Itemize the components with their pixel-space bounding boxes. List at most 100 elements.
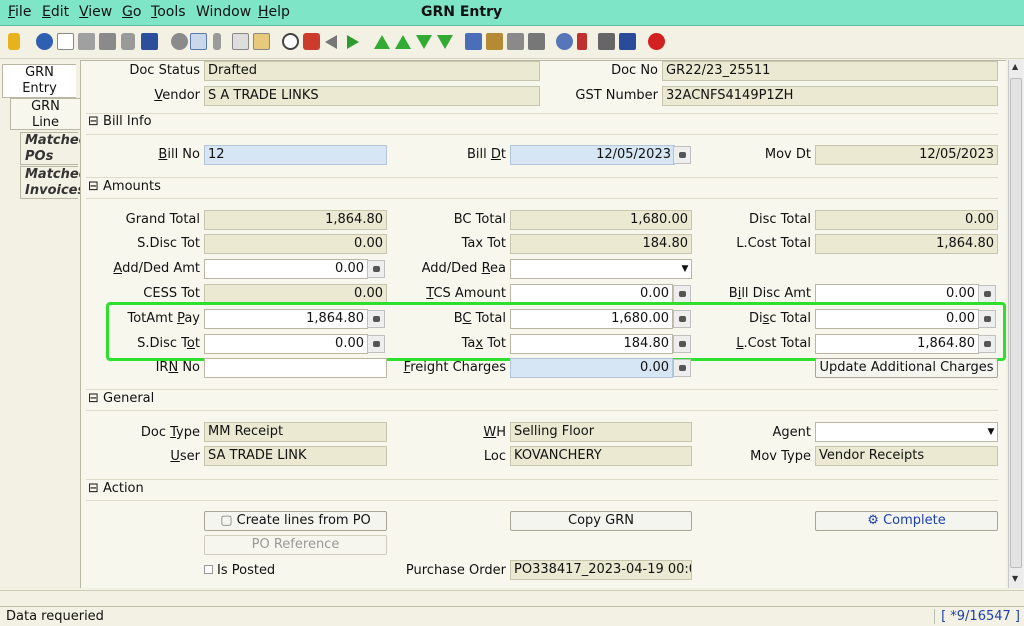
chevron-down-icon[interactable]: ▼ bbox=[679, 260, 691, 278]
print-icon[interactable] bbox=[528, 33, 545, 50]
calculator-icon[interactable] bbox=[673, 310, 691, 328]
bill-no-input[interactable]: 12 bbox=[204, 145, 387, 165]
grid-toggle-icon[interactable] bbox=[253, 33, 270, 50]
record-indicator[interactable]: [ *9/16547 ] bbox=[934, 609, 1020, 624]
find-icon[interactable] bbox=[190, 33, 207, 50]
help-icon[interactable] bbox=[36, 33, 53, 50]
create-lines-from-po-button[interactable]: ▢ Create lines from PO bbox=[204, 511, 387, 531]
is-posted-checkbox[interactable]: Is Posted bbox=[204, 563, 275, 578]
scroll-up-icon[interactable]: ▲ bbox=[1012, 62, 1018, 71]
calculator-icon[interactable] bbox=[673, 285, 691, 303]
calculator-icon[interactable] bbox=[978, 335, 996, 353]
delete-selection-icon[interactable] bbox=[121, 33, 135, 50]
agent-select[interactable] bbox=[815, 422, 998, 442]
po-reference-button[interactable]: PO Reference bbox=[204, 535, 387, 555]
home-icon[interactable] bbox=[303, 33, 320, 50]
tcs-amount-label: TCS Amount bbox=[426, 286, 506, 301]
calculator-icon[interactable] bbox=[673, 359, 691, 377]
delete-icon[interactable] bbox=[99, 33, 116, 50]
section-action[interactable]: ⊟ Action bbox=[88, 481, 144, 496]
complete-button[interactable]: ⚙ Complete bbox=[815, 511, 998, 531]
chevron-down-icon[interactable]: ▼ bbox=[985, 423, 997, 441]
product-info-icon[interactable] bbox=[619, 33, 636, 50]
previous-record-icon[interactable] bbox=[395, 35, 411, 49]
history-icon[interactable] bbox=[282, 33, 299, 50]
vendor-field[interactable]: S A TRADE LINKS bbox=[204, 86, 540, 106]
new-icon[interactable] bbox=[57, 33, 74, 50]
section-general[interactable]: ⊟ General bbox=[88, 391, 154, 406]
update-additional-charges-button[interactable]: Update Additional Charges bbox=[815, 358, 998, 378]
freight-charges-input[interactable]: 0.00 bbox=[510, 358, 673, 378]
calculator-icon[interactable] bbox=[367, 260, 385, 278]
menu-window[interactable]: Window bbox=[196, 4, 251, 20]
save-icon[interactable] bbox=[141, 33, 158, 50]
back-icon[interactable] bbox=[325, 35, 337, 49]
section-amounts[interactable]: ⊟ Amounts bbox=[88, 179, 161, 194]
tab-matched-pos[interactable]: Matched POs bbox=[20, 132, 88, 165]
doc-status-field: Drafted bbox=[204, 61, 540, 81]
bill-dt-input[interactable]: 12/05/2023 bbox=[510, 145, 675, 165]
first-record-icon[interactable] bbox=[374, 35, 390, 49]
mov-dt-label: Mov Dt bbox=[764, 147, 811, 162]
archive-icon[interactable] bbox=[486, 33, 503, 50]
attachment-icon[interactable] bbox=[213, 33, 221, 50]
section-divider bbox=[86, 500, 998, 501]
section-divider bbox=[86, 177, 998, 178]
tcs-amount-input[interactable]: 0.00 bbox=[510, 284, 673, 304]
undo-icon[interactable] bbox=[8, 33, 20, 50]
bill-disc-amt-input[interactable]: 0.00 bbox=[815, 284, 979, 304]
tax-tot-field: 184.80 bbox=[510, 234, 692, 254]
bill-no-label: Bill No bbox=[158, 147, 200, 162]
chat-icon[interactable] bbox=[232, 33, 249, 50]
window-title: GRN Entry bbox=[421, 4, 503, 20]
horizontal-scrollbar[interactable] bbox=[0, 590, 1024, 604]
copy-grn-button[interactable]: Copy GRN bbox=[510, 511, 692, 531]
calculator-icon[interactable] bbox=[367, 310, 385, 328]
calendar-icon[interactable] bbox=[673, 146, 691, 164]
doc-no-field: GR22/23_25511 bbox=[662, 61, 998, 81]
purchase-order-field[interactable]: PO338417_2023-04-19 00:0 bbox=[510, 560, 692, 580]
close-window-icon[interactable] bbox=[648, 33, 665, 50]
irn-no-input[interactable] bbox=[204, 358, 387, 378]
menu-file[interactable]: File bbox=[8, 4, 31, 20]
calculator-icon[interactable] bbox=[978, 310, 996, 328]
menu-view[interactable]: View bbox=[79, 4, 112, 20]
scrollbar-thumb[interactable] bbox=[1010, 78, 1022, 568]
scroll-down-icon[interactable]: ▼ bbox=[1012, 574, 1018, 583]
grand-total-label: Grand Total bbox=[125, 212, 200, 227]
add-ded-amt-input[interactable]: 0.00 bbox=[204, 259, 368, 279]
refresh-icon[interactable] bbox=[171, 33, 188, 50]
workflow-icon[interactable] bbox=[577, 33, 587, 50]
tax-tot-2-input[interactable]: 184.80 bbox=[510, 334, 673, 354]
agent-label: Agent bbox=[772, 425, 811, 440]
requests-icon[interactable] bbox=[598, 33, 615, 50]
menu-go[interactable]: Go bbox=[122, 4, 141, 20]
calculator-icon[interactable] bbox=[673, 335, 691, 353]
section-bill-info[interactable]: ⊟ Bill Info bbox=[88, 114, 152, 129]
zoom-across-icon[interactable] bbox=[556, 33, 573, 50]
add-ded-rea-select[interactable] bbox=[510, 259, 692, 279]
vertical-scrollbar[interactable]: ▲ ▼ bbox=[1008, 60, 1023, 588]
wh-label: WH bbox=[483, 425, 506, 440]
calculator-icon[interactable] bbox=[978, 285, 996, 303]
lcost-total-2-input[interactable]: 1,864.80 bbox=[815, 334, 979, 354]
tab-matched-invoices[interactable]: Matched Invoices bbox=[20, 166, 88, 199]
disc-total-2-input[interactable]: 0.00 bbox=[815, 309, 979, 329]
report-icon[interactable] bbox=[465, 33, 482, 50]
menu-edit[interactable]: Edit bbox=[42, 4, 69, 20]
tab-grn-entry[interactable]: GRN Entry bbox=[2, 64, 76, 98]
print-preview-icon[interactable] bbox=[507, 33, 524, 50]
bc-total-2-input[interactable]: 1,680.00 bbox=[510, 309, 673, 329]
loc-label: Loc bbox=[483, 449, 506, 464]
gear-icon: ⚙ bbox=[867, 513, 884, 528]
last-record-icon[interactable] bbox=[437, 35, 453, 49]
menu-help[interactable]: Help bbox=[258, 4, 290, 20]
tab-grn-line[interactable]: GRN Line bbox=[10, 98, 80, 130]
totamt-pay-input[interactable]: 1,864.80 bbox=[204, 309, 368, 329]
calculator-icon[interactable] bbox=[367, 335, 385, 353]
sdisc-tot-2-input[interactable]: 0.00 bbox=[204, 334, 368, 354]
menu-tools[interactable]: Tools bbox=[151, 4, 186, 20]
next-record-icon[interactable] bbox=[416, 35, 432, 49]
copy-icon[interactable] bbox=[78, 33, 95, 50]
forward-icon[interactable] bbox=[347, 35, 359, 49]
